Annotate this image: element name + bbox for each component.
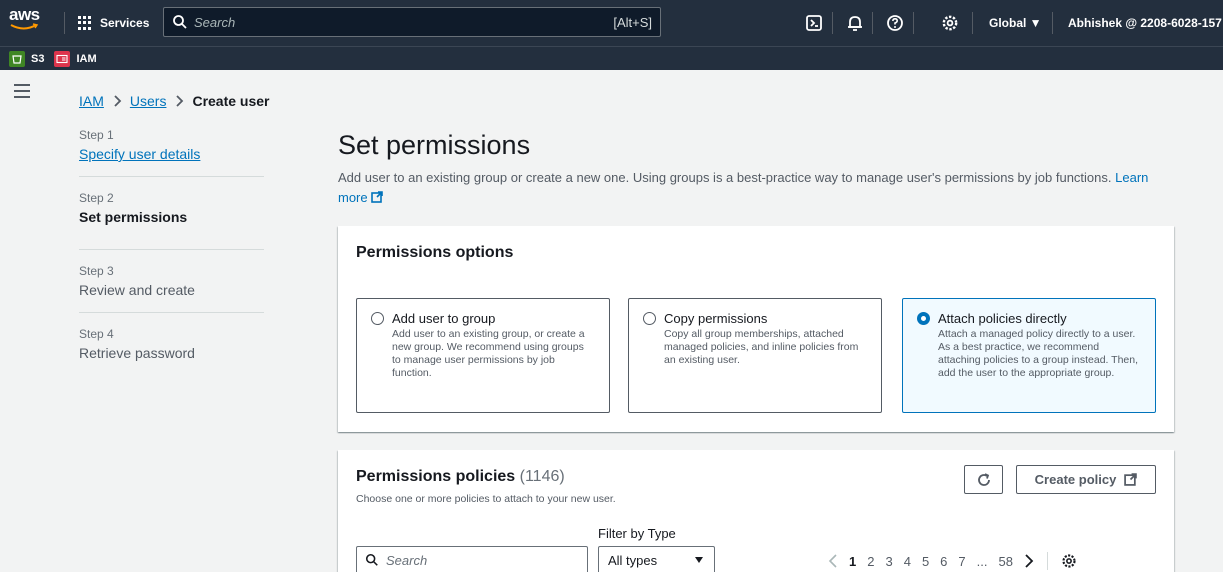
wizard-step-4: Step 4 Retrieve password: [79, 327, 264, 375]
top-navigation: aws Services Search [Alt+S] Global ▼ Abh…: [0, 0, 1223, 46]
breadcrumb-current: Create user: [192, 93, 270, 109]
external-link-icon: [1124, 473, 1138, 486]
chevron-right-icon: [114, 95, 122, 107]
policy-count: (1146): [519, 468, 565, 485]
pager-divider: [1046, 552, 1048, 570]
panel-title: Permissions policies (1146): [356, 468, 565, 485]
page-number[interactable]: 7: [958, 554, 965, 569]
create-policy-button[interactable]: Create policy: [1016, 465, 1156, 494]
option-attach-policies-directly[interactable]: Attach policies directly Attach a manage…: [902, 298, 1156, 413]
option-description: Add user to an existing group, or create…: [392, 328, 585, 379]
radio-button[interactable]: [643, 312, 656, 325]
step-number: Step 1: [79, 128, 114, 142]
nav-divider: [1052, 12, 1053, 34]
breadcrumb-users-link[interactable]: Users: [130, 93, 167, 109]
step-number: Step 2: [79, 191, 114, 205]
chevron-right-icon[interactable]: [1024, 554, 1034, 568]
aws-smile-icon: [10, 23, 39, 30]
breadcrumb-iam-link[interactable]: IAM: [79, 93, 104, 109]
aws-logo[interactable]: aws: [9, 6, 43, 37]
bell-icon[interactable]: [846, 14, 864, 32]
radio-button[interactable]: [371, 312, 384, 325]
step-number: Step 4: [79, 327, 114, 341]
s3-bucket-icon: [9, 50, 25, 67]
pagination: 1 2 3 4 5 6 7 ... 58: [828, 552, 1077, 570]
account-menu[interactable]: Abhishek @ 2208-6028-157: [1068, 16, 1222, 30]
panel-subtitle: Choose one or more policies to attach to…: [356, 493, 616, 505]
refresh-button[interactable]: [964, 465, 1003, 494]
page-number[interactable]: 6: [940, 554, 947, 569]
cloudshell-icon[interactable]: [805, 14, 823, 32]
search-icon: [365, 553, 378, 566]
step-link-specify-user-details[interactable]: Specify user details: [79, 146, 264, 162]
region-selector[interactable]: Global ▼: [989, 16, 1042, 30]
favorites-bar: S3 IAM: [0, 46, 1223, 70]
page-number[interactable]: 3: [885, 554, 892, 569]
filter-type-select[interactable]: All types: [598, 546, 715, 572]
caret-down-icon: [695, 557, 703, 563]
description-text: Add user to an existing group or create …: [338, 170, 1112, 185]
panel-title: Permissions options: [356, 244, 514, 261]
page-title: Set permissions: [338, 130, 531, 160]
permissions-policies-panel: Permissions policies (1146) Choose one o…: [338, 450, 1174, 572]
option-label: Attach policies directly: [938, 311, 1067, 326]
external-link-icon: [370, 191, 383, 203]
page-number[interactable]: 5: [922, 554, 929, 569]
services-menu-button[interactable]: Services: [78, 12, 149, 34]
wizard-step-2: Step 2 Set permissions: [79, 191, 264, 250]
gear-icon[interactable]: [941, 14, 959, 32]
nav-divider: [832, 12, 833, 34]
nav-divider: [872, 12, 873, 34]
nav-divider: [972, 12, 973, 34]
search-icon: [173, 15, 187, 29]
global-search-input[interactable]: Search [Alt+S]: [163, 7, 661, 37]
help-icon[interactable]: [886, 14, 904, 32]
breadcrumb: IAM Users Create user: [79, 93, 270, 109]
iam-id-card-icon: [54, 50, 71, 67]
option-label: Add user to group: [392, 311, 496, 326]
page-ellipsis: ...: [976, 553, 988, 569]
page-number[interactable]: 4: [904, 554, 911, 569]
favorite-iam[interactable]: IAM: [54, 50, 97, 67]
option-description: Copy all group memberships, attached man…: [664, 328, 859, 366]
nav-divider: [913, 12, 914, 34]
filter-by-type-label: Filter by Type: [598, 526, 676, 541]
chevron-right-icon: [176, 95, 184, 107]
page-description: Add user to an existing group or create …: [338, 168, 1168, 208]
option-description: Attach a managed policy directly to a us…: [938, 328, 1139, 379]
option-add-user-to-group[interactable]: Add user to group Add user to an existin…: [356, 298, 610, 413]
step-title-set-permissions: Set permissions: [79, 209, 188, 225]
refresh-icon: [977, 472, 990, 486]
permissions-options-panel: Permissions options Add user to group Ad…: [338, 226, 1174, 432]
step-title-review-and-create: Review and create: [79, 282, 195, 298]
chevron-left-icon[interactable]: [828, 554, 838, 568]
nav-divider: [64, 12, 65, 34]
policy-search-input[interactable]: Search: [356, 546, 588, 572]
step-title-retrieve-password: Retrieve password: [79, 345, 195, 361]
radio-button-selected[interactable]: [917, 312, 930, 325]
wizard-steps: Step 1 Specify user details Step 2 Set p…: [79, 128, 264, 389]
wizard-step-1: Step 1 Specify user details: [79, 128, 264, 177]
wizard-step-3: Step 3 Review and create: [79, 264, 264, 313]
step-number: Step 3: [79, 264, 114, 278]
option-copy-permissions[interactable]: Copy permissions Copy all group membersh…: [628, 298, 882, 413]
side-nav-rail: [0, 70, 44, 572]
menu-icon[interactable]: [14, 84, 30, 98]
page-number-current[interactable]: 1: [849, 554, 856, 569]
grid-icon: [78, 16, 92, 30]
gear-icon[interactable]: [1061, 553, 1077, 569]
page-number[interactable]: 58: [998, 554, 1012, 569]
page-number[interactable]: 2: [867, 554, 874, 569]
option-label: Copy permissions: [664, 311, 768, 326]
favorite-s3[interactable]: S3: [9, 50, 44, 67]
